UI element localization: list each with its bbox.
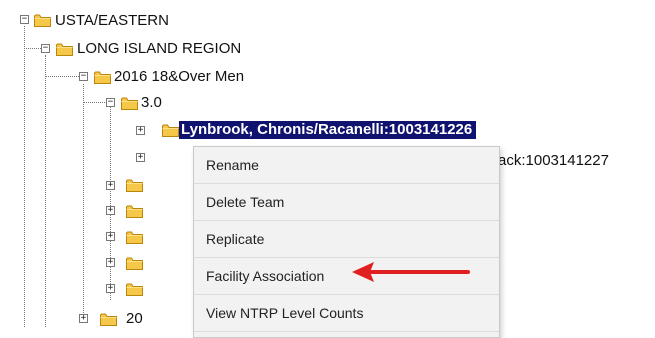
folder-icon bbox=[100, 313, 117, 326]
collapse-toggle[interactable]: − bbox=[106, 98, 115, 107]
collapse-toggle[interactable]: − bbox=[79, 72, 88, 81]
tree-connector bbox=[45, 55, 46, 327]
context-menu: Rename Delete Team Replicate Facility As… bbox=[193, 146, 500, 338]
collapse-toggle[interactable]: − bbox=[20, 15, 29, 24]
folder-icon bbox=[126, 205, 143, 218]
expand-toggle[interactable]: + bbox=[106, 284, 115, 293]
menu-item-rename[interactable]: Rename bbox=[194, 147, 499, 184]
tree-connector bbox=[24, 26, 25, 327]
menu-item-view-ntrp-level-counts[interactable]: View NTRP Level Counts bbox=[194, 295, 499, 332]
folder-icon bbox=[56, 43, 73, 56]
expand-toggle[interactable]: + bbox=[136, 153, 145, 162]
expand-toggle[interactable]: + bbox=[106, 181, 115, 190]
tree-connector bbox=[83, 84, 84, 317]
folder-icon bbox=[94, 71, 111, 84]
tree-node-league[interactable]: 2016 18&Over Men bbox=[114, 68, 244, 86]
folder-icon bbox=[34, 14, 51, 27]
tree-node-region[interactable]: LONG ISLAND REGION bbox=[77, 40, 241, 58]
tree-node-team[interactable]: ack:1003141227 bbox=[498, 152, 609, 170]
tree-node-usta-eastern[interactable]: USTA/EASTERN bbox=[55, 12, 169, 30]
expand-toggle[interactable]: + bbox=[136, 126, 145, 135]
tree-connector bbox=[24, 48, 41, 49]
expand-toggle[interactable]: + bbox=[79, 314, 88, 323]
red-arrow-icon bbox=[352, 262, 470, 282]
tree-node-team-selected[interactable]: Lynbrook, Chronis/Racanelli:1003141226 bbox=[179, 121, 477, 139]
tree-connector bbox=[83, 102, 105, 103]
folder-icon bbox=[126, 283, 143, 296]
folder-icon bbox=[162, 124, 179, 137]
folder-icon bbox=[126, 179, 143, 192]
expand-toggle[interactable]: + bbox=[106, 232, 115, 241]
tree-connector bbox=[110, 106, 111, 300]
folder-icon bbox=[126, 257, 143, 270]
expand-toggle[interactable]: + bbox=[106, 258, 115, 267]
menu-item-delete-team[interactable]: Delete Team bbox=[194, 184, 499, 221]
tree-node-league-next[interactable]: 20 bbox=[126, 310, 143, 328]
tree-node-level[interactable]: 3.0 bbox=[141, 94, 162, 112]
folder-icon bbox=[126, 231, 143, 244]
folder-icon bbox=[121, 97, 138, 110]
collapse-toggle[interactable]: − bbox=[41, 44, 50, 53]
expand-toggle[interactable]: + bbox=[106, 206, 115, 215]
menu-item-replicate[interactable]: Replicate bbox=[194, 221, 499, 258]
tree-connector bbox=[45, 76, 79, 77]
